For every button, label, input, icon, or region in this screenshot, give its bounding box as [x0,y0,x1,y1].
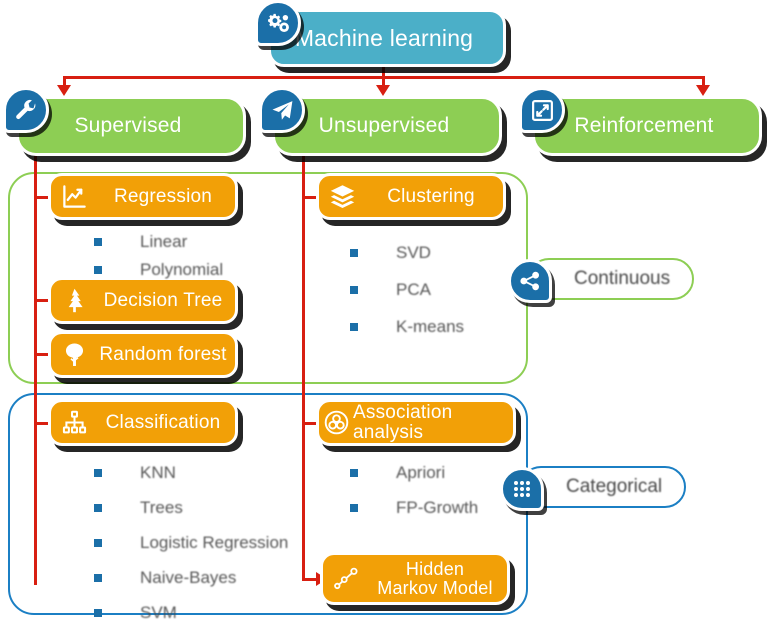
bullet-square-icon [350,468,358,477]
list-item: Polynomial [94,256,223,284]
pine-tree-icon [51,287,97,314]
bullet-square-icon [350,503,358,512]
node-label: Random forest [99,343,227,365]
node-clustering[interactable]: Clustering [316,173,506,220]
bullet-square-icon [94,238,102,246]
list-item-label: Polynomial [140,260,224,279]
node-label: Hidden Markov Model [369,558,507,598]
list-item: Naive-Bayes [94,560,288,595]
association-item-list: Apriori FP-Growth [350,455,478,525]
node-label: Supervised [74,113,182,137]
list-item-label: SVD [396,242,431,262]
list-item-label: Naive-Bayes [140,567,237,587]
bullet-square-icon [350,285,358,294]
list-item: SVD [350,234,464,271]
layers-icon [319,183,365,210]
node-label: Machine learning [294,24,474,51]
bullet-square-icon [94,266,102,274]
grid-dots-icon [500,467,544,511]
node-association-analysis[interactable]: Association analysis [316,399,516,446]
node-label: Decision Tree [103,289,223,311]
list-item: Logistic Regression [94,525,288,560]
node-supervised[interactable]: Supervised [3,87,246,156]
node-regression[interactable]: Regression [48,173,238,220]
bullet-square-icon [94,538,102,547]
sitemap-icon [51,409,97,436]
hmm-line2: Markov Model [377,577,493,598]
list-item-label: KNN [140,462,176,482]
list-item: PCA [350,271,464,308]
list-item-label: Apriori [396,462,446,482]
compress-arrows-icon [519,87,565,133]
node-label: Clustering [387,185,475,207]
node-label: Unsupervised [318,113,450,137]
node-random-forest[interactable]: Random forest [48,331,238,378]
arrow-unsupervised [376,85,390,96]
list-item: Trees [94,490,288,525]
paper-plane-icon [259,87,305,133]
connector-supervised-spine [34,155,37,585]
node-classification[interactable]: Classification [48,399,238,446]
node-label: Classification [105,411,221,433]
list-item-label: Trees [140,497,183,517]
node-label: Reinforcement [574,113,714,137]
node-label: Association analysis [353,401,453,443]
arrow-reinforcement [696,85,710,96]
pin-label-text: Continuous [574,268,671,289]
wrench-icon [3,87,49,133]
bullet-square-icon [350,322,358,331]
list-item-label: Linear [140,232,188,251]
classification-item-list: KNN Trees Logistic Regression Naive-Baye… [94,455,288,626]
list-item: SVM [94,595,288,626]
pin-categorical: Categorical [500,466,687,511]
bullet-square-icon [94,503,102,512]
list-item-label: Logistic Regression [140,532,289,552]
list-item-label: SVM [140,602,177,622]
bullet-square-icon [350,248,358,257]
node-label: Regression [113,185,213,207]
pin-label-text: Categorical [566,476,663,497]
hmm-line1: Hidden [405,558,465,579]
list-item: KNN [94,455,288,490]
list-item: K-means [350,308,464,345]
gears-icon [255,0,301,46]
node-decision-tree[interactable]: Decision Tree [48,277,238,324]
list-item-label: K-means [396,316,465,336]
bullet-square-icon [94,468,102,477]
arrow-supervised [57,85,71,96]
node-machine-learning[interactable]: Machine learning [255,0,506,67]
connector-unsupervised-spine [302,155,305,580]
tree-icon [51,341,97,368]
list-item: FP-Growth [350,490,478,525]
node-hidden-markov-model[interactable]: Hidden Markov Model [320,552,510,605]
regression-item-list: Linear Polynomial [94,228,223,284]
association-circle-icon [319,409,353,436]
chart-line-icon [51,183,97,210]
bullet-square-icon [94,608,102,617]
nodes-path-icon [323,565,369,592]
ml-taxonomy-diagram: Machine learning Supervised Unsupervised… [0,0,768,626]
clustering-item-list: SVD PCA K-means [350,234,464,345]
bullet-square-icon [94,573,102,582]
share-network-icon [508,259,552,303]
list-item-label: PCA [396,279,431,299]
list-item-label: FP-Growth [396,497,479,517]
list-item: Linear [94,228,223,256]
node-unsupervised[interactable]: Unsupervised [259,87,502,156]
list-item: Apriori [350,455,478,490]
node-reinforcement[interactable]: Reinforcement [519,87,762,156]
pin-continuous: Continuous [508,258,695,303]
